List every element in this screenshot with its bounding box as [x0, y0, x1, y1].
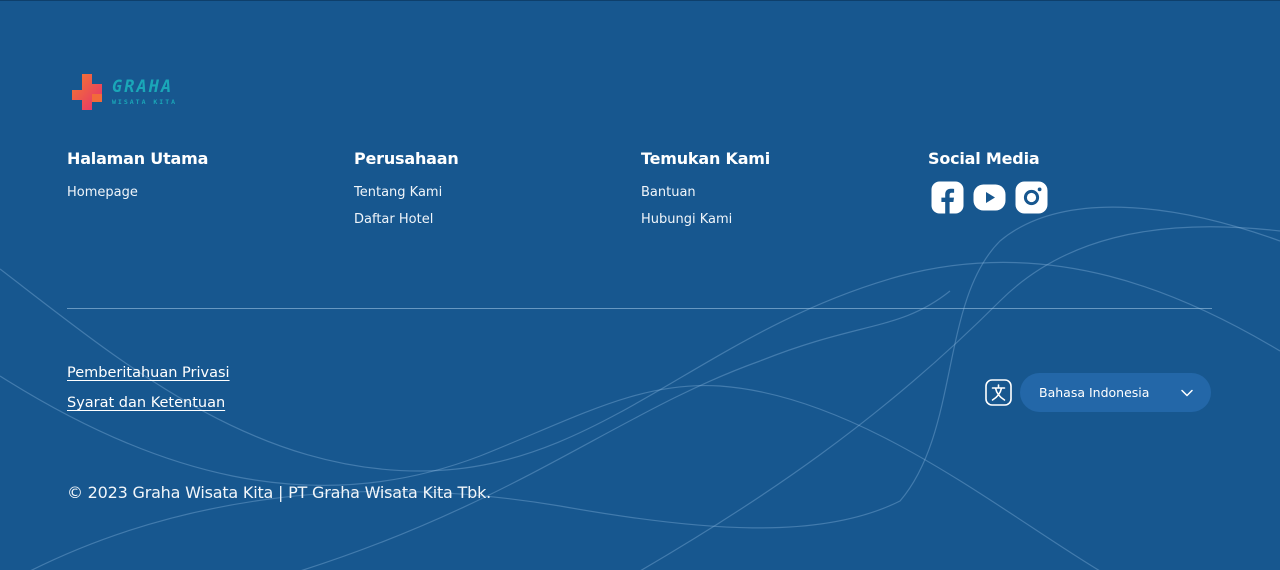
link-hubungi-kami[interactable]: Hubungi Kami	[641, 211, 770, 228]
link-tentang-kami[interactable]: Tentang Kami	[354, 184, 459, 201]
instagram-icon	[1015, 181, 1048, 214]
youtube-link[interactable]	[973, 181, 1006, 214]
legal-links: Pemberitahuan Privasi Syarat dan Ketentu…	[67, 363, 230, 423]
terms-conditions-link[interactable]: Syarat dan Ketentuan	[67, 393, 230, 413]
column-perusahaan: Perusahaan Tentang Kami Daftar Hotel	[354, 149, 459, 238]
language-selected-label: Bahasa Indonesia	[1039, 385, 1150, 400]
column-halaman-utama: Halaman Utama Homepage	[67, 149, 208, 211]
translate-icon	[985, 379, 1012, 406]
logo-subtitle: WISATA KITA	[112, 97, 178, 106]
link-daftar-hotel[interactable]: Daftar Hotel	[354, 211, 459, 228]
column-title: Temukan Kami	[641, 149, 771, 168]
column-title: Halaman Utama	[67, 149, 209, 168]
link-homepage[interactable]: Homepage	[67, 184, 208, 201]
instagram-link[interactable]	[1015, 181, 1048, 214]
site-footer: GRAHA WISATA KITA Halaman Utama Homepage…	[0, 0, 1280, 570]
column-title: Perusahaan	[354, 149, 459, 168]
social-icons	[931, 181, 1048, 214]
privacy-notice-link[interactable]: Pemberitahuan Privasi	[67, 363, 230, 383]
column-title: Social Media	[928, 149, 1040, 168]
graha-logo[interactable]: GRAHA WISATA KITA	[68, 71, 198, 113]
logo-text: GRAHA WISATA KITA	[112, 76, 178, 106]
language-selector: Bahasa Indonesia	[985, 373, 1211, 412]
youtube-icon	[973, 184, 1006, 211]
copyright-text: © 2023 Graha Wisata Kita | PT Graha Wisa…	[67, 483, 492, 502]
facebook-link[interactable]	[931, 181, 964, 214]
column-social-media: Social Media	[928, 149, 1048, 214]
facebook-icon	[931, 181, 964, 214]
footer-divider	[67, 308, 1212, 309]
language-dropdown[interactable]: Bahasa Indonesia	[1020, 373, 1211, 412]
column-temukan-kami: Temukan Kami Bantuan Hubungi Kami	[641, 149, 770, 238]
link-bantuan[interactable]: Bantuan	[641, 184, 770, 201]
logo-wordmark: GRAHA	[112, 76, 174, 97]
graha-logo-mark	[72, 74, 102, 110]
chevron-down-icon	[1181, 389, 1193, 396]
